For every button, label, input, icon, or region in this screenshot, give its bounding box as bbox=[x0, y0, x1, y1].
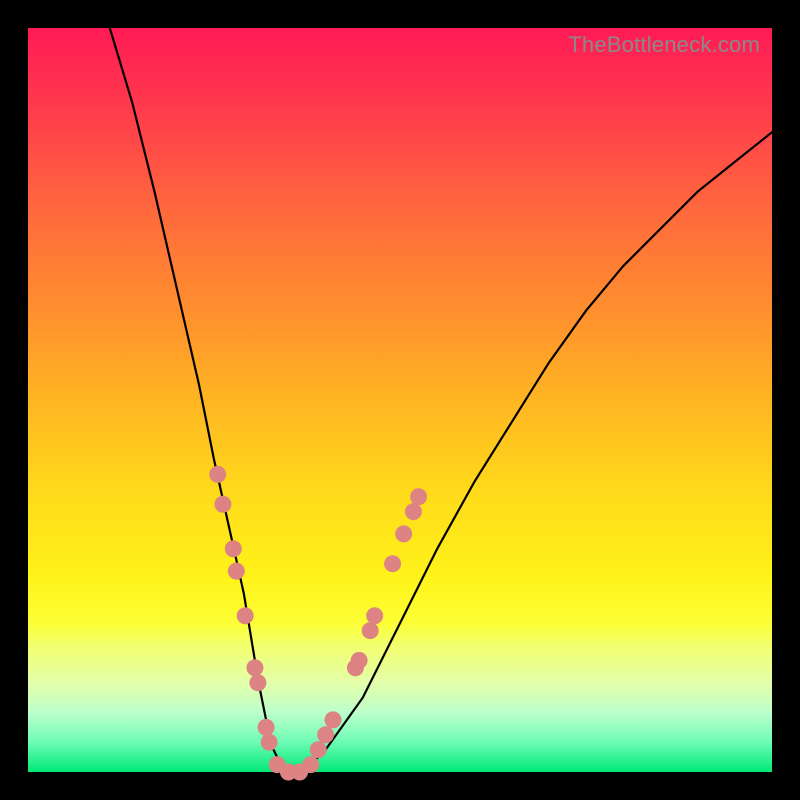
data-marker bbox=[351, 652, 368, 669]
data-marker bbox=[410, 488, 427, 505]
chart-svg bbox=[28, 28, 772, 772]
data-marker bbox=[228, 563, 245, 580]
data-marker bbox=[249, 674, 266, 691]
data-marker bbox=[246, 659, 263, 676]
data-marker bbox=[225, 540, 242, 557]
data-marker bbox=[317, 726, 334, 743]
data-marker bbox=[405, 503, 422, 520]
marker-group bbox=[209, 466, 427, 781]
data-marker bbox=[395, 525, 412, 542]
chart-frame: TheBottleneck.com bbox=[0, 0, 800, 800]
bottleneck-curve bbox=[110, 28, 772, 772]
data-marker bbox=[261, 734, 278, 751]
data-marker bbox=[209, 466, 226, 483]
data-marker bbox=[258, 719, 275, 736]
data-marker bbox=[310, 741, 327, 758]
data-marker bbox=[237, 607, 254, 624]
data-marker bbox=[214, 496, 231, 513]
data-marker bbox=[302, 756, 319, 773]
data-marker bbox=[366, 607, 383, 624]
plot-area: TheBottleneck.com bbox=[28, 28, 772, 772]
data-marker bbox=[325, 711, 342, 728]
data-marker bbox=[384, 555, 401, 572]
data-marker bbox=[362, 622, 379, 639]
